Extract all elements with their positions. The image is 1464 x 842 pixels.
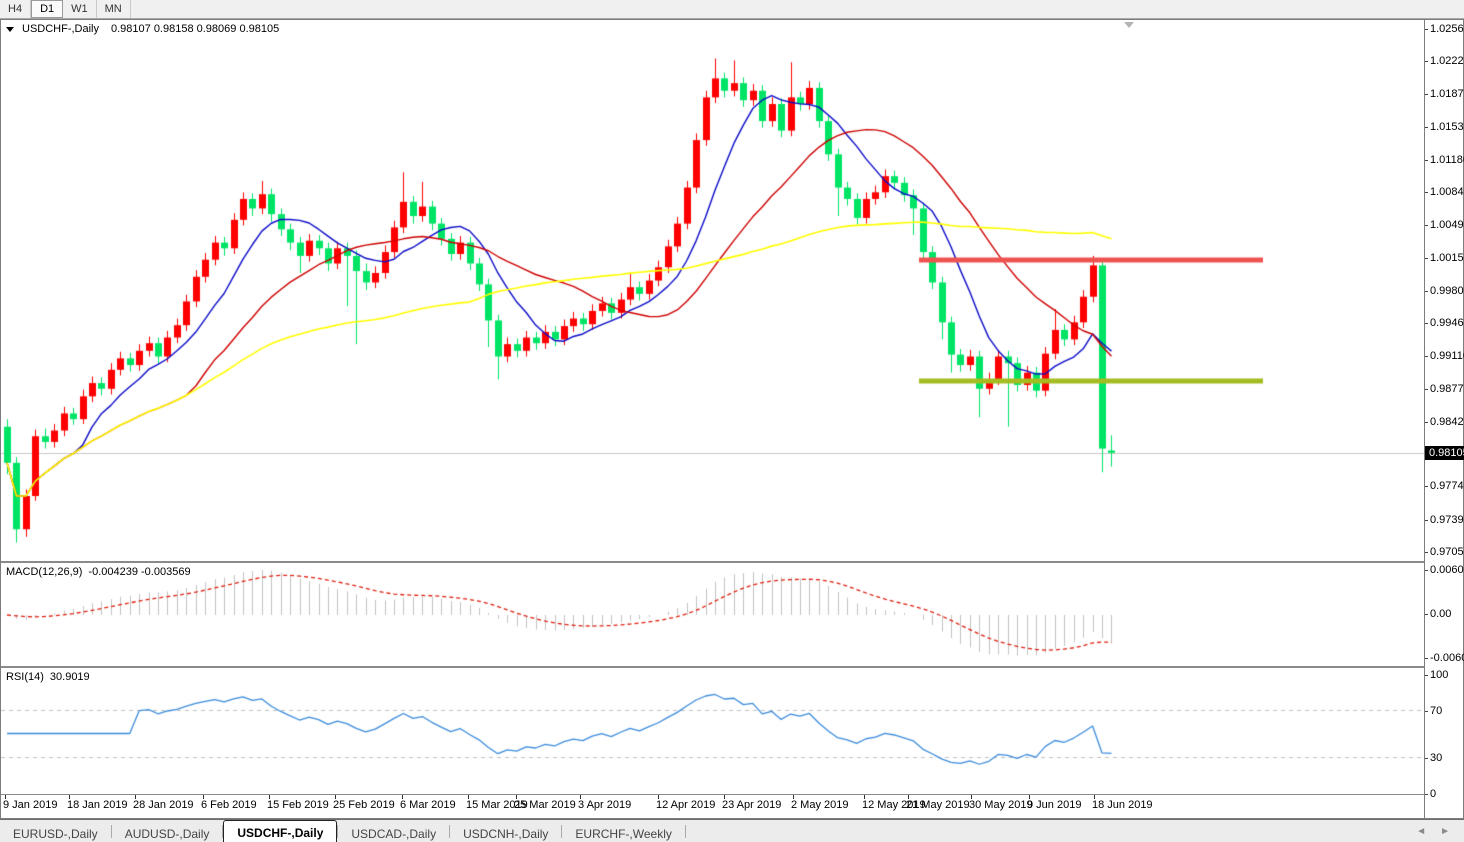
rsi-axis-label: 100	[1430, 669, 1448, 681]
date-axis-label: 30 May 2019	[969, 799, 1033, 811]
rsi-label: RSI(14)30.9019	[6, 671, 90, 683]
date-axis-label: 25 Mar 2019	[514, 799, 576, 811]
tab-eurusd-daily[interactable]: EURUSD-,Daily	[0, 823, 111, 842]
price-axis-label: 0.97050	[1430, 546, 1464, 558]
date-axis-label: 12 Apr 2019	[656, 799, 715, 811]
macd-label: MACD(12,26,9)-0.004239 -0.003569	[6, 566, 191, 578]
tab-scroll-arrows: ◄►	[1416, 820, 1450, 842]
price-axis-label: 0.98420	[1430, 416, 1464, 428]
tab-eurchf-weekly[interactable]: EURCHF-,Weekly	[562, 823, 684, 842]
date-axis-label: 18 Jan 2019	[67, 799, 128, 811]
macd-pane[interactable]: MACD(12,26,9)-0.004239 -0.003569	[1, 561, 1425, 666]
price-axis-label: 0.99800	[1430, 285, 1464, 297]
price-axis-label: 1.00490	[1430, 219, 1464, 231]
tabs-scroll-right-icon[interactable]: ►	[1440, 826, 1450, 837]
price-axis-label: 0.99460	[1430, 317, 1464, 329]
date-axis-label: 2 May 2019	[791, 799, 848, 811]
price-axis-label: 0.97740	[1430, 480, 1464, 492]
price-axis-label: 1.02560	[1430, 23, 1464, 35]
chart-ohlc-header: USDCHF-,Daily 0.98107 0.98158 0.98069 0.…	[6, 23, 279, 35]
date-axis-label: 3 Apr 2019	[578, 799, 631, 811]
date-axis-label: 28 Jan 2019	[133, 799, 194, 811]
price-axis-label: 0.97390	[1430, 514, 1464, 526]
price-axis-label: 1.01180	[1430, 154, 1464, 166]
candlestick-canvas[interactable]	[1, 20, 1425, 561]
tab-usdcnh-daily[interactable]: USDCNH-,Daily	[450, 823, 561, 842]
price-axis-label: 1.01530	[1430, 121, 1464, 133]
date-axis-label: 6 Feb 2019	[201, 799, 257, 811]
rsi-pane[interactable]: RSI(14)30.9019	[1, 666, 1425, 794]
date-axis-label: 21 May 2019	[906, 799, 970, 811]
macd-values: -0.004239 -0.003569	[88, 566, 190, 578]
main-chart-pane[interactable]: USDCHF-,Daily 0.98107 0.98158 0.98069 0.…	[1, 20, 1425, 561]
macd-axis-label: 0.006058	[1430, 564, 1464, 576]
period-button-d1[interactable]: D1	[31, 0, 63, 18]
period-button-h4[interactable]: H4	[0, 0, 31, 18]
price-axis-label: 1.02220	[1430, 55, 1464, 67]
date-axis-label: 9 Jan 2019	[3, 799, 57, 811]
date-axis-label: 9 Jun 2019	[1027, 799, 1081, 811]
macd-canvas[interactable]	[1, 563, 1425, 666]
date-axis-label: 6 Mar 2019	[400, 799, 456, 811]
price-axis-label: 1.00840	[1430, 186, 1464, 198]
period-button-w1[interactable]: W1	[63, 0, 97, 18]
current-price-tag: 0.98105	[1425, 446, 1464, 460]
chart-ohlc-values: 0.98107 0.98158 0.98069 0.98105	[111, 23, 279, 35]
rsi-canvas[interactable]	[1, 668, 1425, 794]
rsi-axis-label: 30	[1430, 752, 1442, 764]
tab-separator	[685, 825, 686, 838]
chart-symbol-label: USDCHF-,Daily	[22, 23, 99, 35]
price-axis-label: 1.01870	[1430, 88, 1464, 100]
chart-dropdown-icon[interactable]	[6, 27, 14, 32]
rsi-axis-label: 70	[1430, 705, 1442, 717]
rsi-value: 30.9019	[50, 671, 90, 683]
price-axis[interactable]: 1.02560 1.02220 1.01870 1.01530 1.01180 1.008…	[1424, 20, 1463, 818]
date-axis-label: 23 Apr 2019	[722, 799, 781, 811]
date-axis-label: 15 Feb 2019	[267, 799, 329, 811]
price-axis-label: 0.98770	[1430, 383, 1464, 395]
date-axis[interactable]: 9 Jan 2019 18 Jan 2019 28 Jan 2019 6 Feb 20…	[1, 794, 1425, 813]
period-button-mn[interactable]: MN	[97, 0, 131, 18]
rsi-axis-label: 0	[1430, 788, 1436, 800]
chart-window: USDCHF-,Daily 0.98107 0.98158 0.98069 0.…	[0, 19, 1464, 819]
price-axis-label: 1.00150	[1430, 252, 1464, 264]
chart-shift-marker-icon[interactable]	[1124, 22, 1134, 28]
tabs-scroll-left-icon[interactable]: ◄	[1416, 826, 1426, 837]
price-axis-label: 0.99110	[1430, 350, 1464, 362]
tab-usdchf-daily[interactable]: USDCHF-,Daily	[223, 820, 337, 842]
date-axis-label: 25 Feb 2019	[333, 799, 395, 811]
date-axis-label: 18 Jun 2019	[1092, 799, 1153, 811]
tab-audusd-daily[interactable]: AUDUSD-,Daily	[112, 823, 223, 842]
tab-usdcad-daily[interactable]: USDCAD-,Daily	[338, 823, 449, 842]
chart-tabbar: EURUSD-,DailyAUDUSD-,DailyUSDCHF-,DailyU…	[0, 819, 1464, 842]
period-toolbar: H4D1W1MN	[0, 0, 1464, 19]
macd-axis-label: -0.006096	[1430, 652, 1464, 664]
macd-axis-label: 0.00	[1430, 608, 1451, 620]
